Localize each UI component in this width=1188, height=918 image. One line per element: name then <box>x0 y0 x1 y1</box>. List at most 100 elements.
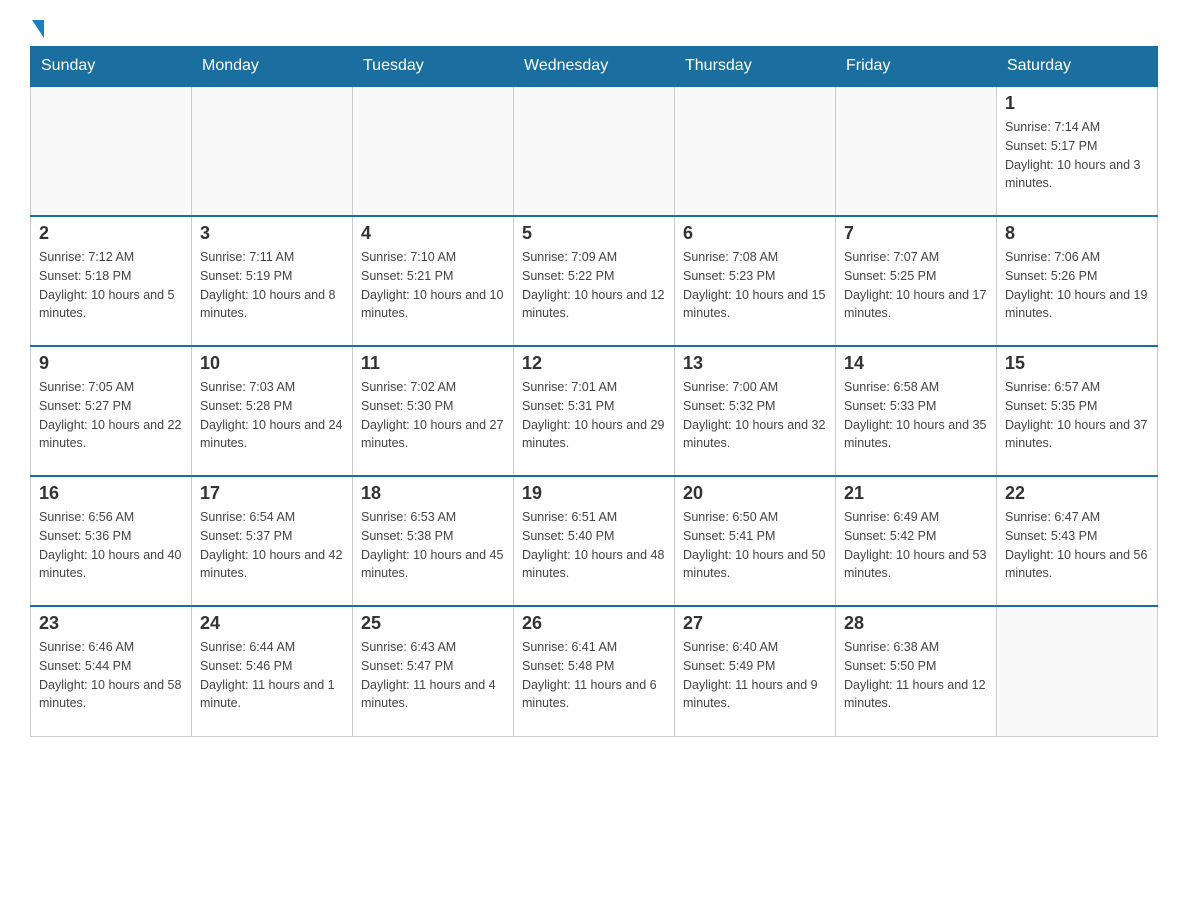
day-number: 18 <box>361 483 505 504</box>
calendar-week-row: 1Sunrise: 7:14 AMSunset: 5:17 PMDaylight… <box>31 86 1158 216</box>
day-of-week-header: Sunday <box>31 47 192 87</box>
day-of-week-header: Friday <box>836 47 997 87</box>
day-number: 4 <box>361 223 505 244</box>
day-number: 7 <box>844 223 988 244</box>
day-number: 24 <box>200 613 344 634</box>
day-info: Sunrise: 6:53 AMSunset: 5:38 PMDaylight:… <box>361 508 505 583</box>
day-number: 26 <box>522 613 666 634</box>
day-of-week-header: Saturday <box>997 47 1158 87</box>
calendar-day-cell: 19 Sunrise: 6:51 AMSunset: 5:40 PMDayligh… <box>514 476 675 606</box>
calendar-day-cell: 5 Sunrise: 7:09 AMSunset: 5:22 PMDaylight… <box>514 216 675 346</box>
calendar-day-cell: 28 Sunrise: 6:38 AMSunset: 5:50 PMDayligh… <box>836 606 997 736</box>
calendar-day-cell: 20 Sunrise: 6:50 AMSunset: 5:41 PMDayligh… <box>675 476 836 606</box>
calendar-day-cell: 3 Sunrise: 7:11 AMSunset: 5:19 PMDaylight… <box>192 216 353 346</box>
day-number: 3 <box>200 223 344 244</box>
calendar-week-row: 2 Sunrise: 7:12 AMSunset: 5:18 PMDaylight… <box>31 216 1158 346</box>
day-info: Sunrise: 6:56 AMSunset: 5:36 PMDaylight:… <box>39 508 183 583</box>
day-number: 22 <box>1005 483 1149 504</box>
day-number: 27 <box>683 613 827 634</box>
calendar-day-cell: 25 Sunrise: 6:43 AMSunset: 5:47 PMDayligh… <box>353 606 514 736</box>
day-info: Sunrise: 6:47 AMSunset: 5:43 PMDaylight:… <box>1005 508 1149 583</box>
calendar-day-cell: 9 Sunrise: 7:05 AMSunset: 5:27 PMDaylight… <box>31 346 192 476</box>
day-info: Sunrise: 7:02 AMSunset: 5:30 PMDaylight:… <box>361 378 505 453</box>
logo-arrow-icon <box>32 20 44 38</box>
day-number: 19 <box>522 483 666 504</box>
day-number: 17 <box>200 483 344 504</box>
calendar-week-row: 23 Sunrise: 6:46 AMSunset: 5:44 PMDayligh… <box>31 606 1158 736</box>
day-info: Sunrise: 6:49 AMSunset: 5:42 PMDaylight:… <box>844 508 988 583</box>
day-of-week-header: Monday <box>192 47 353 87</box>
day-number: 20 <box>683 483 827 504</box>
day-info: Sunrise: 7:10 AMSunset: 5:21 PMDaylight:… <box>361 248 505 323</box>
day-number: 25 <box>361 613 505 634</box>
calendar-day-cell: 7 Sunrise: 7:07 AMSunset: 5:25 PMDaylight… <box>836 216 997 346</box>
calendar-table: SundayMondayTuesdayWednesdayThursdayFrid… <box>30 46 1158 737</box>
day-info: Sunrise: 7:03 AMSunset: 5:28 PMDaylight:… <box>200 378 344 453</box>
calendar-day-cell <box>192 86 353 216</box>
day-info: Sunrise: 6:40 AMSunset: 5:49 PMDaylight:… <box>683 638 827 713</box>
calendar-day-cell <box>675 86 836 216</box>
calendar-day-cell: 24Sunrise: 6:44 AMSunset: 5:46 PMDayligh… <box>192 606 353 736</box>
day-info: Sunrise: 6:46 AMSunset: 5:44 PMDaylight:… <box>39 638 183 713</box>
day-info: Sunrise: 7:11 AMSunset: 5:19 PMDaylight:… <box>200 248 344 323</box>
day-info: Sunrise: 7:14 AMSunset: 5:17 PMDaylight:… <box>1005 118 1149 193</box>
day-number: 12 <box>522 353 666 374</box>
calendar-day-cell: 4 Sunrise: 7:10 AMSunset: 5:21 PMDaylight… <box>353 216 514 346</box>
calendar-day-cell: 14 Sunrise: 6:58 AMSunset: 5:33 PMDayligh… <box>836 346 997 476</box>
day-info: Sunrise: 6:57 AMSunset: 5:35 PMDaylight:… <box>1005 378 1149 453</box>
calendar-week-row: 9 Sunrise: 7:05 AMSunset: 5:27 PMDaylight… <box>31 346 1158 476</box>
day-info: Sunrise: 6:51 AMSunset: 5:40 PMDaylight:… <box>522 508 666 583</box>
day-info: Sunrise: 6:50 AMSunset: 5:41 PMDaylight:… <box>683 508 827 583</box>
calendar-day-cell <box>353 86 514 216</box>
day-number: 14 <box>844 353 988 374</box>
day-of-week-header: Wednesday <box>514 47 675 87</box>
day-info: Sunrise: 6:38 AMSunset: 5:50 PMDaylight:… <box>844 638 988 713</box>
calendar-day-cell <box>514 86 675 216</box>
calendar-day-cell <box>836 86 997 216</box>
calendar-day-cell: 18 Sunrise: 6:53 AMSunset: 5:38 PMDayligh… <box>353 476 514 606</box>
day-info: Sunrise: 7:06 AMSunset: 5:26 PMDaylight:… <box>1005 248 1149 323</box>
calendar-day-cell <box>997 606 1158 736</box>
day-info: Sunrise: 6:41 AMSunset: 5:48 PMDaylight:… <box>522 638 666 713</box>
day-of-week-header: Thursday <box>675 47 836 87</box>
calendar-day-cell: 16Sunrise: 6:56 AMSunset: 5:36 PMDayligh… <box>31 476 192 606</box>
day-number: 15 <box>1005 353 1149 374</box>
page-header <box>30 20 1158 36</box>
calendar-day-cell: 23 Sunrise: 6:46 AMSunset: 5:44 PMDayligh… <box>31 606 192 736</box>
day-info: Sunrise: 7:07 AMSunset: 5:25 PMDaylight:… <box>844 248 988 323</box>
calendar-day-cell: 10Sunrise: 7:03 AMSunset: 5:28 PMDayligh… <box>192 346 353 476</box>
calendar-day-cell: 13 Sunrise: 7:00 AMSunset: 5:32 PMDayligh… <box>675 346 836 476</box>
calendar-day-cell: 12 Sunrise: 7:01 AMSunset: 5:31 PMDayligh… <box>514 346 675 476</box>
day-info: Sunrise: 7:00 AMSunset: 5:32 PMDaylight:… <box>683 378 827 453</box>
calendar-day-cell: 26 Sunrise: 6:41 AMSunset: 5:48 PMDayligh… <box>514 606 675 736</box>
day-info: Sunrise: 7:09 AMSunset: 5:22 PMDaylight:… <box>522 248 666 323</box>
day-number: 13 <box>683 353 827 374</box>
calendar-header-row: SundayMondayTuesdayWednesdayThursdayFrid… <box>31 47 1158 87</box>
day-number: 23 <box>39 613 183 634</box>
day-number: 21 <box>844 483 988 504</box>
day-info: Sunrise: 7:12 AMSunset: 5:18 PMDaylight:… <box>39 248 183 323</box>
day-info: Sunrise: 7:08 AMSunset: 5:23 PMDaylight:… <box>683 248 827 323</box>
calendar-day-cell: 11 Sunrise: 7:02 AMSunset: 5:30 PMDayligh… <box>353 346 514 476</box>
calendar-day-cell: 21 Sunrise: 6:49 AMSunset: 5:42 PMDayligh… <box>836 476 997 606</box>
day-info: Sunrise: 7:01 AMSunset: 5:31 PMDaylight:… <box>522 378 666 453</box>
logo <box>30 20 44 36</box>
day-number: 9 <box>39 353 183 374</box>
day-info: Sunrise: 6:43 AMSunset: 5:47 PMDaylight:… <box>361 638 505 713</box>
calendar-day-cell: 8 Sunrise: 7:06 AMSunset: 5:26 PMDaylight… <box>997 216 1158 346</box>
day-info: Sunrise: 6:54 AMSunset: 5:37 PMDaylight:… <box>200 508 344 583</box>
calendar-day-cell: 17 Sunrise: 6:54 AMSunset: 5:37 PMDayligh… <box>192 476 353 606</box>
day-number: 11 <box>361 353 505 374</box>
calendar-day-cell: 15 Sunrise: 6:57 AMSunset: 5:35 PMDayligh… <box>997 346 1158 476</box>
calendar-day-cell: 1Sunrise: 7:14 AMSunset: 5:17 PMDaylight… <box>997 86 1158 216</box>
day-info: Sunrise: 6:58 AMSunset: 5:33 PMDaylight:… <box>844 378 988 453</box>
day-info: Sunrise: 7:05 AMSunset: 5:27 PMDaylight:… <box>39 378 183 453</box>
calendar-day-cell: 2 Sunrise: 7:12 AMSunset: 5:18 PMDaylight… <box>31 216 192 346</box>
day-number: 6 <box>683 223 827 244</box>
day-number: 5 <box>522 223 666 244</box>
calendar-day-cell: 27 Sunrise: 6:40 AMSunset: 5:49 PMDayligh… <box>675 606 836 736</box>
day-number: 8 <box>1005 223 1149 244</box>
calendar-day-cell: 6 Sunrise: 7:08 AMSunset: 5:23 PMDaylight… <box>675 216 836 346</box>
day-number: 2 <box>39 223 183 244</box>
day-number: 28 <box>844 613 988 634</box>
